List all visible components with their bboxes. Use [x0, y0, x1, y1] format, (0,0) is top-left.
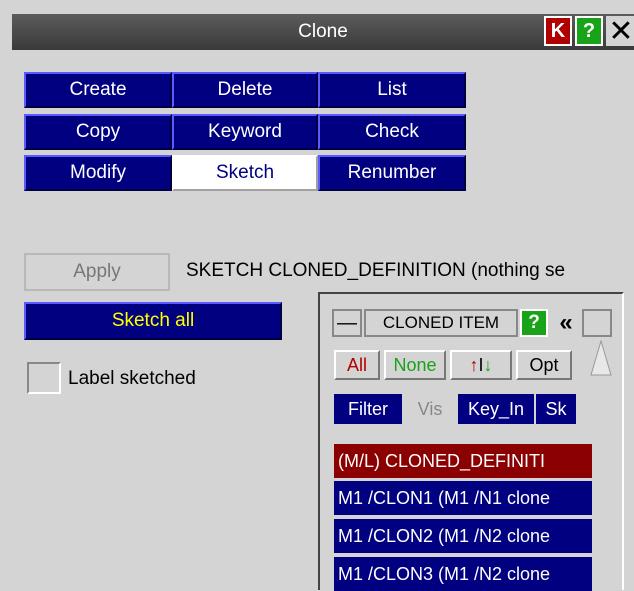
vis-button[interactable]: Vis: [404, 394, 456, 424]
opt-button[interactable]: Opt: [516, 350, 572, 380]
cloned-item-panel: — CLONED ITEM ? « All None ↑ I ↓ Opt Filte…: [318, 292, 624, 591]
collapse-icon[interactable]: «: [550, 309, 582, 337]
minimize-icon[interactable]: —: [332, 309, 362, 337]
list-item[interactable]: M1 /CLON2 (M1 /N2 clone: [334, 519, 592, 553]
invert-button[interactable]: ↑ I ↓: [450, 350, 512, 380]
keyword-button[interactable]: Keyword: [172, 114, 318, 150]
scroll-up-icon[interactable]: [590, 339, 612, 379]
copy-button[interactable]: Copy: [24, 114, 172, 150]
modify-button[interactable]: Modify: [24, 155, 172, 191]
label-sketched-checkbox[interactable]: [27, 362, 61, 394]
sketch-status-text: SKETCH CLONED_DEFINITION (nothing se: [186, 260, 566, 281]
list-header-row[interactable]: (M/L) CLONED_DEFINITI: [334, 444, 592, 478]
label-sketched-label: Label sketched: [68, 368, 196, 389]
window-title: Clone: [298, 21, 348, 42]
renumber-button[interactable]: Renumber: [318, 155, 466, 191]
close-button[interactable]: ✕: [606, 15, 634, 48]
create-button[interactable]: Create: [24, 72, 172, 108]
panel-help-button[interactable]: ?: [520, 309, 548, 337]
title-bar: Clone K ? ✕: [12, 14, 634, 50]
k-button[interactable]: K: [544, 16, 572, 46]
arrow-down-icon: ↓: [483, 354, 493, 375]
panel-box-button[interactable]: [582, 309, 612, 337]
check-button[interactable]: Check: [318, 114, 466, 150]
list-button[interactable]: List: [318, 72, 466, 108]
all-button[interactable]: All: [334, 350, 380, 380]
apply-button[interactable]: Apply: [24, 253, 170, 291]
filter-button[interactable]: Filter: [334, 394, 402, 424]
help-button[interactable]: ?: [575, 16, 603, 46]
delete-button[interactable]: Delete: [172, 72, 318, 108]
none-button[interactable]: None: [384, 350, 446, 380]
list-item[interactable]: M1 /CLON3 (M1 /N2 clone: [334, 557, 592, 591]
sk-button[interactable]: Sk: [536, 394, 576, 424]
panel-title: CLONED ITEM: [364, 309, 518, 337]
sketch-tab-button[interactable]: Sketch: [172, 155, 318, 191]
sketch-all-button[interactable]: Sketch all: [24, 302, 282, 340]
list-item[interactable]: M1 /CLON1 (M1 /N1 clone: [334, 481, 592, 515]
key-in-button[interactable]: Key_In: [458, 394, 534, 424]
arrow-up-icon: ↑: [469, 354, 479, 375]
